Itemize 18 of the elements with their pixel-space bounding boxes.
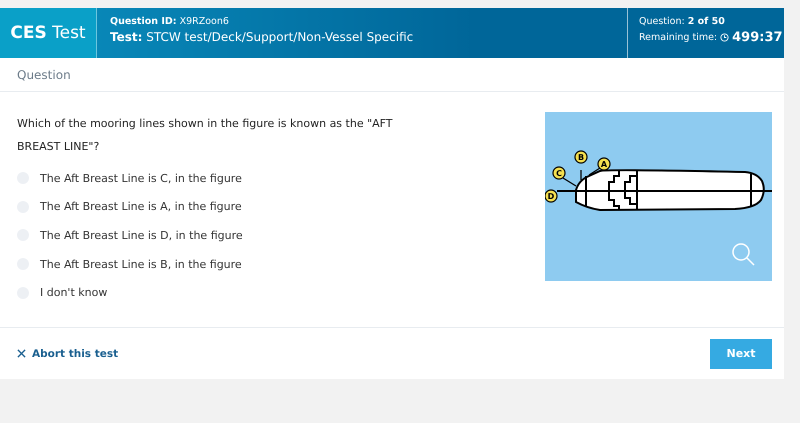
brand-logo: CES Test [0, 8, 97, 58]
question-counter: Question: 2 of 50 [639, 16, 726, 27]
answer-option[interactable]: I don't know [17, 278, 397, 307]
zoom-icon[interactable] [732, 243, 755, 266]
clock-icon [720, 33, 730, 42]
question-id: Question ID: X9RZoon6 [110, 16, 230, 27]
test-path: Test: STCW test/Deck/Support/Non-Vessel Specific [110, 30, 414, 44]
ship-drawing: A B C D [545, 150, 772, 211]
section-title: Question [0, 58, 784, 92]
answer-option[interactable]: The Aft Breast Line is B, in the figure [17, 250, 397, 278]
close-icon [17, 349, 26, 358]
answer-option[interactable]: The Aft Breast Line is D, in the figure [17, 221, 397, 250]
question-text: Which of the mooring lines shown in the figure is known as the "AFT BREAST LINE"? [17, 116, 394, 155]
answer-option[interactable]: The Aft Breast Line is A, in the figure [17, 192, 397, 222]
remaining-time: 499:37 [732, 30, 783, 45]
figure-panel[interactable]: A B C D [545, 112, 772, 281]
answer-option[interactable]: The Aft Breast Line is C, in the figure [17, 164, 397, 193]
time-label: Remaining time: [639, 32, 718, 43]
